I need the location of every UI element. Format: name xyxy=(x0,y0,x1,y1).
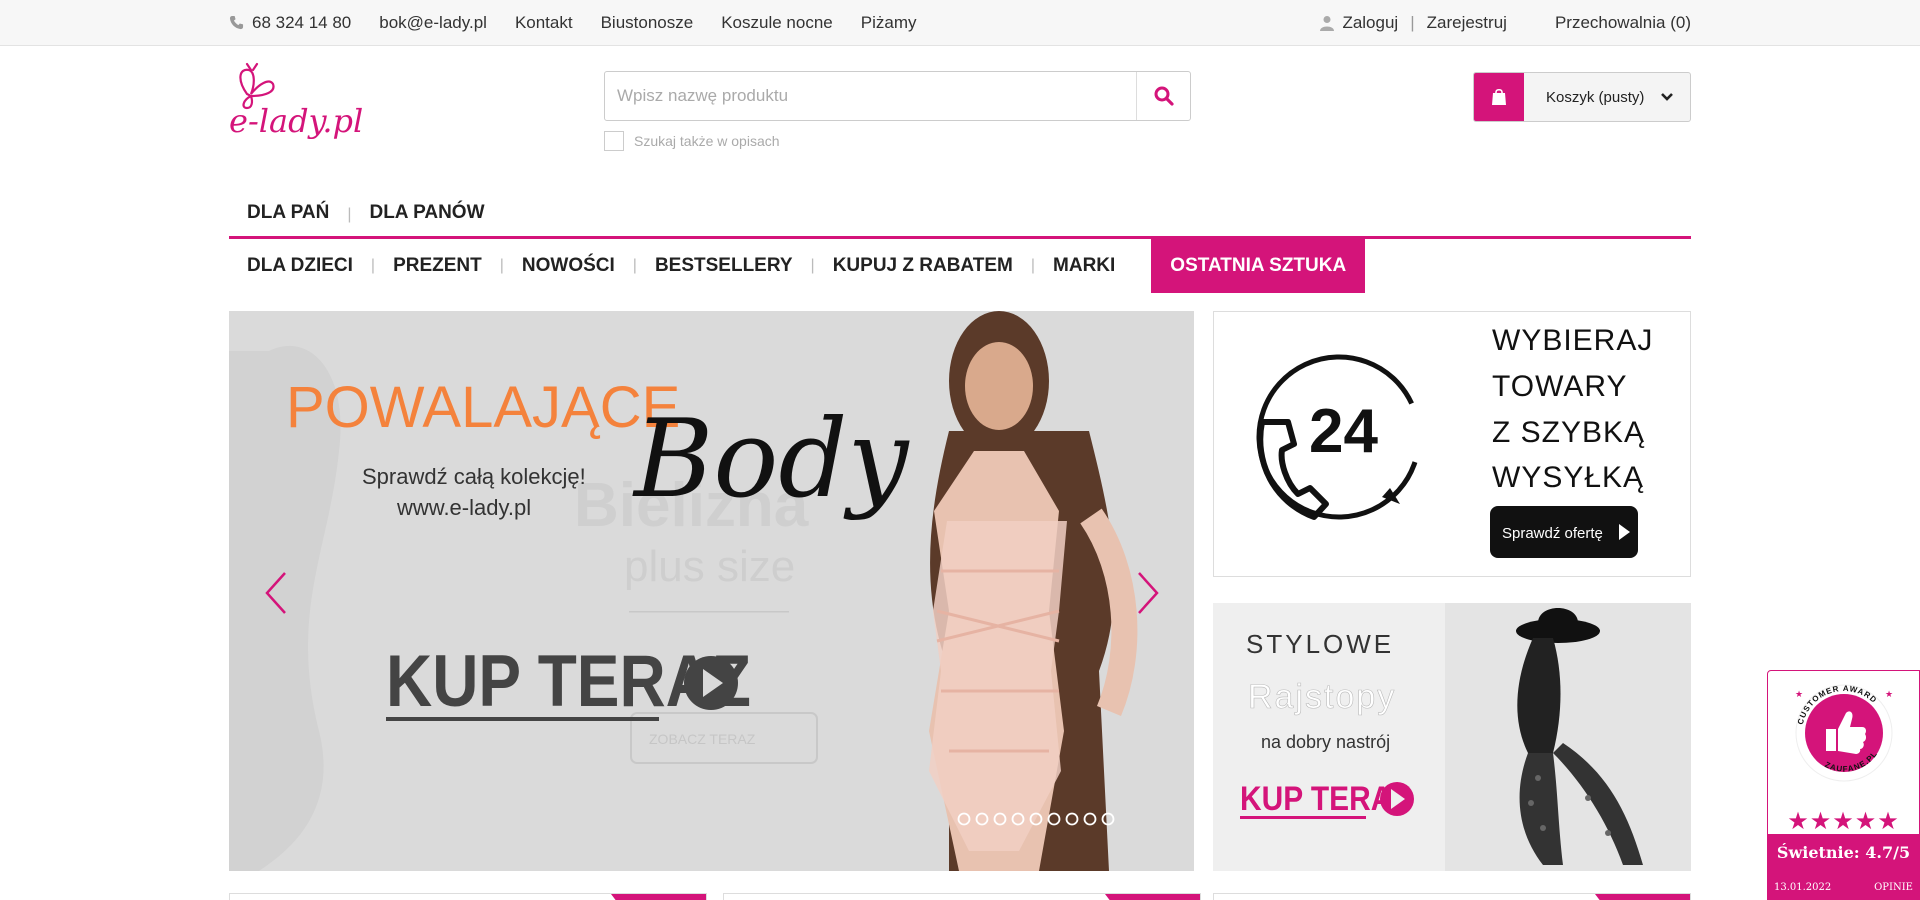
award-rating-text: Świetnie: 4.7/5 xyxy=(1776,843,1911,862)
nav-kupuj-z-rabatem[interactable]: KUPUJ Z RABATEM xyxy=(815,255,1031,277)
butterfly-logo-icon: e-lady.pl xyxy=(229,62,363,140)
topbar-link-pizamy[interactable]: Piżamy xyxy=(861,13,917,33)
search-box xyxy=(604,71,1191,121)
topbar-link-kontakt[interactable]: Kontakt xyxy=(515,13,573,33)
phone-contact[interactable]: 68 324 14 80 xyxy=(229,13,351,33)
ghost-text-2: plus size xyxy=(624,542,795,591)
nav-dla-panow[interactable]: DLA PANÓW xyxy=(351,202,502,224)
top-bar: 68 324 14 80 bok@e-lady.pl Kontakt Biust… xyxy=(0,0,1920,46)
topbar-link-koszule-nocne[interactable]: Koszule nocne xyxy=(721,13,833,33)
register-link[interactable]: Zarejestruj xyxy=(1427,13,1507,33)
search-desc-checkbox[interactable] xyxy=(604,131,624,151)
cart-label: Koszyk (pusty) xyxy=(1546,88,1645,106)
award-date: 13.01.2022 xyxy=(1774,882,1832,893)
phone-icon xyxy=(229,15,244,30)
slider-subtitle-2: www.e-lady.pl xyxy=(396,495,531,520)
tights-line-1: STYLOWE xyxy=(1246,629,1394,659)
product-card-ribbon xyxy=(1105,894,1200,900)
product-card[interactable] xyxy=(229,893,707,900)
shipping-offer-button[interactable]: Sprawdź ofertę xyxy=(1502,525,1603,542)
shipping-line-3: Z SZYBKĄ xyxy=(1492,416,1645,449)
shipping-line-4: WYSYŁKĄ xyxy=(1492,461,1644,494)
zaufane-award-widget[interactable]: CUSTOMER AWARD ZAUFANE.PL ★ ★ ★★★★★ Świe… xyxy=(1767,670,1920,900)
tights-banner[interactable]: STYLOWE Rajstopy na dobry nastrój KUP TE… xyxy=(1213,603,1691,871)
svg-text:★: ★ xyxy=(1795,689,1803,699)
shipping-line-2: TOWARY xyxy=(1492,370,1627,403)
nav-dla-pan[interactable]: DLA PAŃ xyxy=(229,202,347,224)
header: e-lady.pl Szukaj także w opisach Koszyk … xyxy=(229,46,1691,186)
badge-number: 24 xyxy=(1309,397,1378,466)
search-icon xyxy=(1154,86,1174,106)
tights-line-3: na dobry nastrój xyxy=(1261,732,1390,752)
slider-subtitle-1: Sprawdź całą kolekcję! xyxy=(362,464,586,489)
user-icon xyxy=(1320,16,1335,31)
nav-bestsellery[interactable]: BESTSELLERY xyxy=(637,255,811,277)
chevron-down-icon xyxy=(1661,93,1673,101)
tights-line-2: Rajstopy xyxy=(1248,678,1396,716)
login-link[interactable]: Zaloguj xyxy=(1342,13,1398,33)
award-score: Świetnie: 4.7/5 13.01.2022 OPINIE xyxy=(1768,834,1919,899)
search-input[interactable] xyxy=(605,72,1136,120)
search-in-descriptions[interactable]: Szukaj także w opisach xyxy=(604,131,780,151)
login-separator: | xyxy=(1410,13,1415,32)
ghost-button: ZOBACZ TERAZ xyxy=(649,731,756,747)
primary-nav: DLA PAŃ | DLA PANÓW xyxy=(229,186,1691,239)
storage-link[interactable]: Przechowalnia (0) xyxy=(1555,13,1691,33)
email-link[interactable]: bok@e-lady.pl xyxy=(379,13,487,33)
slider-script-word: Body xyxy=(632,397,911,522)
svg-text:★: ★ xyxy=(1885,689,1893,699)
search-button[interactable] xyxy=(1136,72,1190,120)
banner-area: Bielizna plus size ZOBACZ TERAZ POWALAJĄ… xyxy=(229,311,1691,871)
nav-dla-dzieci[interactable]: DLA DZIECI xyxy=(229,255,371,277)
hero-slider[interactable]: Bielizna plus size ZOBACZ TERAZ POWALAJĄ… xyxy=(229,311,1194,871)
search-desc-label: Szukaj także w opisach xyxy=(634,133,780,149)
nav-ostatnia-sztuka[interactable]: OSTATNIA SZTUKA xyxy=(1151,239,1366,293)
shopping-bag-icon xyxy=(1474,73,1524,121)
nav-nowosci[interactable]: NOWOŚCI xyxy=(504,255,633,277)
topbar-link-biustonosze[interactable]: Biustonosze xyxy=(601,13,694,33)
product-card-ribbon xyxy=(611,894,706,900)
product-card[interactable] xyxy=(1213,893,1691,900)
cart-button[interactable]: Koszyk (pusty) xyxy=(1473,72,1691,122)
award-reviews-label[interactable]: OPINIE xyxy=(1874,882,1913,893)
award-stars: ★★★★★ xyxy=(1787,808,1900,835)
site-logo[interactable]: e-lady.pl xyxy=(229,62,379,162)
product-card-ribbon xyxy=(1595,894,1690,900)
slider-headline: POWALAJĄCE xyxy=(286,375,680,440)
shipping-line-1: WYBIERAJ xyxy=(1492,324,1653,357)
fast-shipping-banner[interactable]: 24 WYBIERAJ TOWARY Z SZYBKĄ WYSYŁKĄ Spra… xyxy=(1213,311,1691,577)
nav-marki[interactable]: MARKI xyxy=(1035,255,1133,277)
secondary-nav: DLA DZIECI | PREZENT | NOWOŚCI | BESTSEL… xyxy=(229,239,1691,293)
logo-text: e-lady.pl xyxy=(229,102,363,140)
product-card[interactable] xyxy=(723,893,1201,900)
phone-number: 68 324 14 80 xyxy=(252,12,352,32)
product-cards-row xyxy=(229,893,1691,900)
nav-prezent[interactable]: PREZENT xyxy=(375,255,500,277)
award-badge: CUSTOMER AWARD ZAUFANE.PL ★ ★ xyxy=(1795,684,1893,782)
